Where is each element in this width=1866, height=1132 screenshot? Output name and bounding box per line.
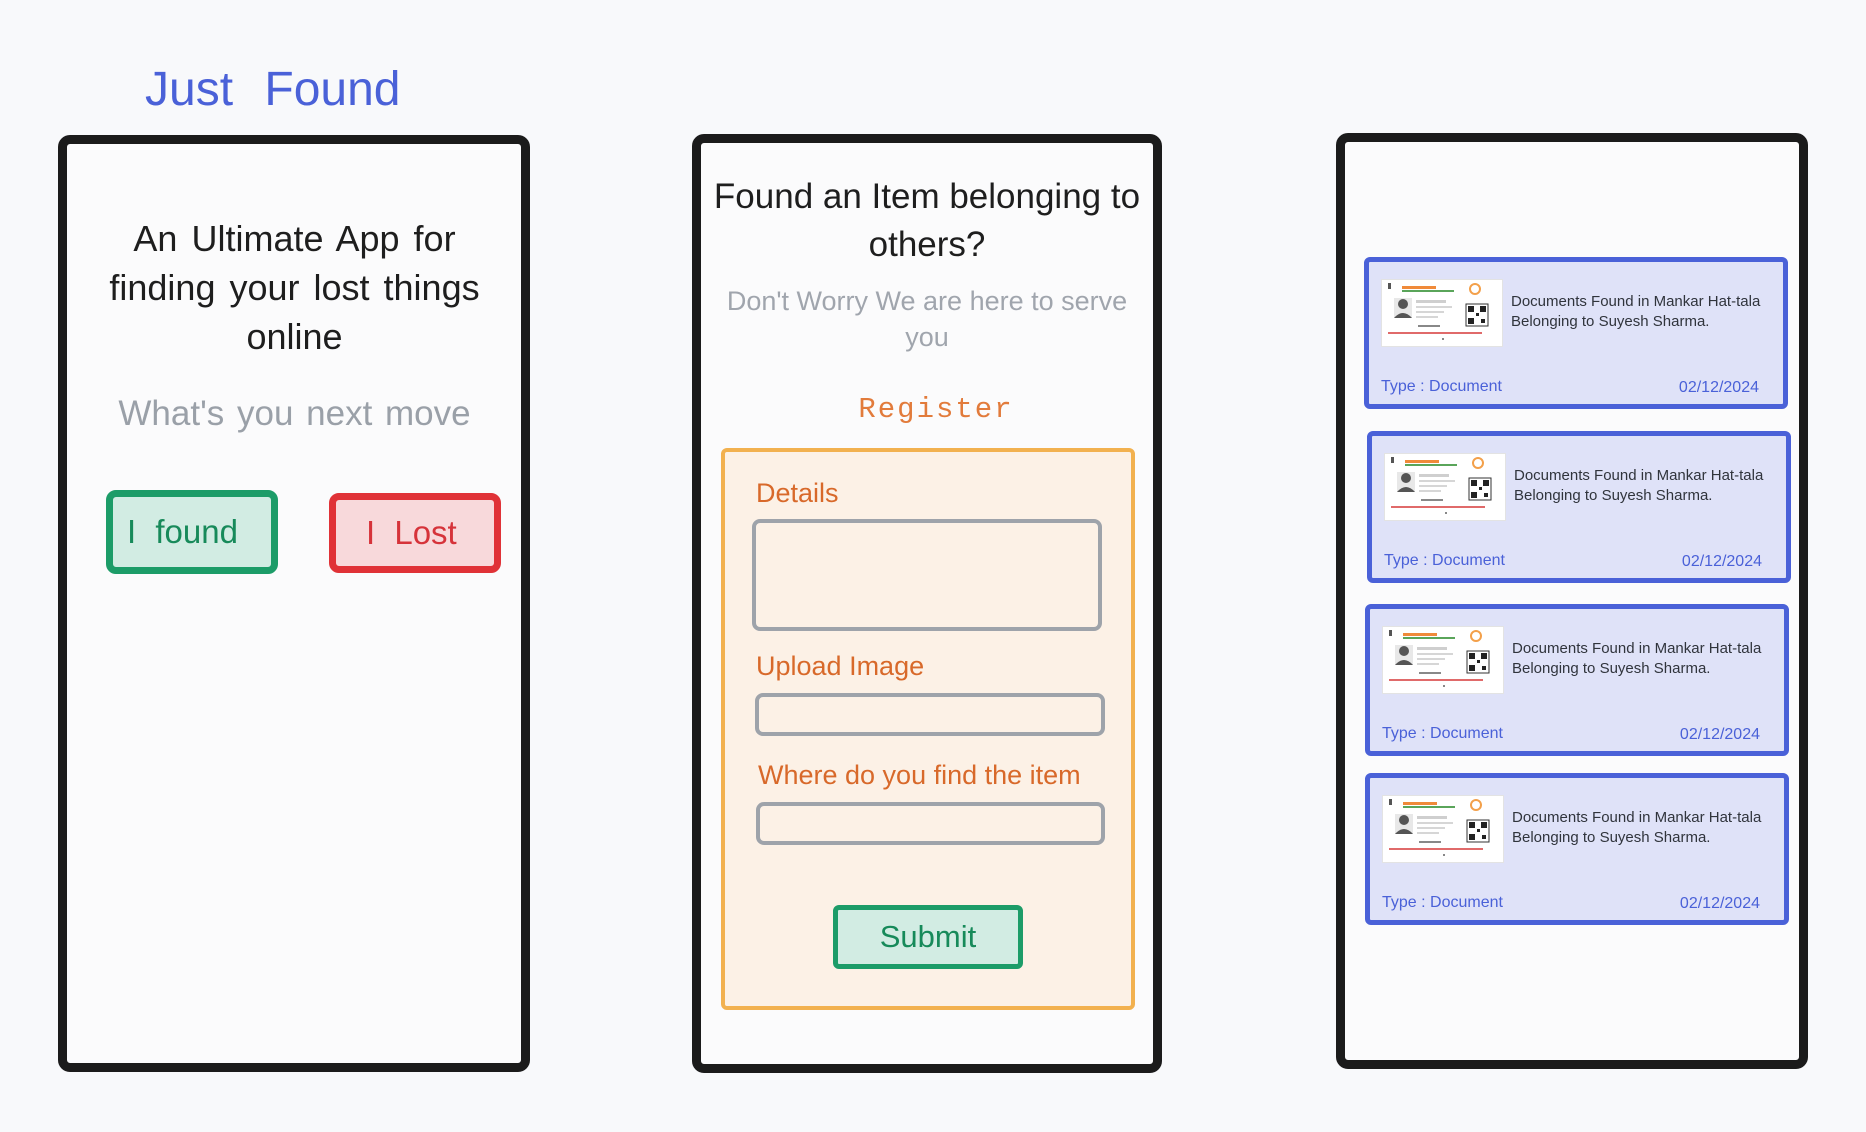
id-card-thumbnail: [1381, 279, 1503, 347]
upload-image-field[interactable]: [755, 693, 1105, 736]
details-label: Details: [756, 478, 839, 508]
found-list-screen: Documents Found in Mankar Hat-tala Belon…: [1336, 133, 1808, 1069]
item-description: Documents Found in Mankar Hat-tala Belon…: [1511, 293, 1761, 330]
item-date: 02/12/2024: [1679, 895, 1760, 912]
item-type: Type : Document: [1382, 894, 1503, 911]
id-card-thumbnail: [1382, 626, 1504, 694]
item-description: Documents Found in Mankar Hat-tala Belon…: [1512, 809, 1762, 846]
landing-screen: An Ultimate App for finding your lost th…: [58, 135, 530, 1072]
id-card-thumbnail: [1382, 795, 1504, 863]
register-headline: Found an Item belonging to others?: [713, 177, 1141, 264]
register-screen: Found an Item belonging to others? Don't…: [692, 134, 1162, 1073]
app-title: Just Found: [145, 63, 401, 116]
item-type: Type : Document: [1384, 552, 1505, 569]
landing-subheadline: What's you next move: [118, 394, 471, 433]
landing-headline: An Ultimate App for finding your lost th…: [109, 218, 480, 357]
i-found-button[interactable]: I found: [106, 490, 278, 574]
id-card-thumbnail: [1384, 453, 1506, 521]
location-label: Where do you find the item: [758, 760, 1081, 790]
item-date: 02/12/2024: [1681, 553, 1762, 570]
item-description: Documents Found in Mankar Hat-tala Belon…: [1514, 467, 1764, 504]
register-subheadline: Don't Worry We are here to serve you: [726, 286, 1128, 352]
register-form: Details Upload Image Where do you find t…: [721, 448, 1135, 1010]
found-item-card[interactable]: Documents Found in Mankar Hat-tala Belon…: [1364, 257, 1788, 409]
i-lost-button[interactable]: I Lost: [329, 493, 501, 573]
item-date: 02/12/2024: [1678, 379, 1759, 396]
item-description: Documents Found in Mankar Hat-tala Belon…: [1512, 640, 1762, 677]
location-field[interactable]: [756, 802, 1105, 845]
register-label: Register: [858, 393, 1014, 426]
found-item-card[interactable]: Documents Found in Mankar Hat-tala Belon…: [1365, 604, 1789, 756]
item-date: 02/12/2024: [1679, 726, 1760, 743]
item-type: Type : Document: [1382, 725, 1503, 742]
upload-image-label: Upload Image: [756, 651, 925, 681]
found-item-card[interactable]: Documents Found in Mankar Hat-tala Belon…: [1367, 431, 1791, 583]
found-item-card[interactable]: Documents Found in Mankar Hat-tala Belon…: [1365, 773, 1789, 925]
item-type: Type : Document: [1381, 378, 1502, 395]
details-field[interactable]: [752, 519, 1102, 631]
submit-button[interactable]: Submit: [833, 905, 1023, 969]
